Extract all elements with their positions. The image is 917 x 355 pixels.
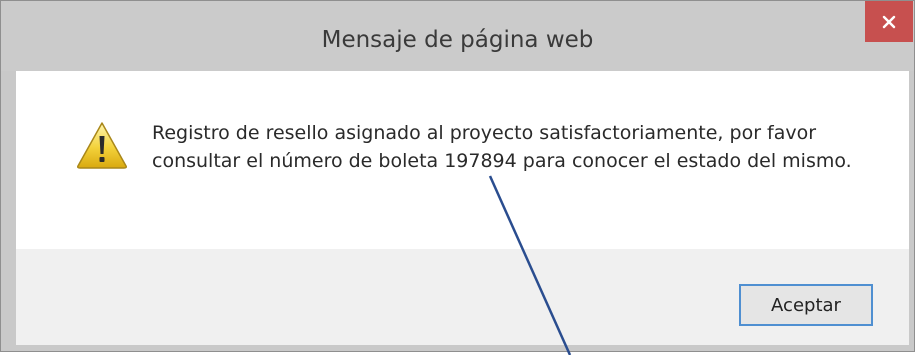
dialog-footer: Aceptar bbox=[16, 249, 909, 345]
dialog-body: Registro de resello asignado al proyecto… bbox=[16, 71, 909, 345]
ok-button[interactable]: Aceptar bbox=[739, 284, 873, 326]
message-dialog: Mensaje de página web Registro de resell… bbox=[0, 0, 915, 352]
message-area: Registro de resello asignado al proyecto… bbox=[16, 71, 909, 249]
close-button[interactable] bbox=[865, 1, 913, 42]
close-icon bbox=[882, 15, 896, 28]
dialog-message: Registro de resello asignado al proyecto… bbox=[152, 122, 852, 172]
dialog-titlebar: Mensaje de página web bbox=[1, 1, 914, 71]
dialog-title: Mensaje de página web bbox=[321, 27, 594, 53]
warning-icon bbox=[77, 122, 127, 169]
